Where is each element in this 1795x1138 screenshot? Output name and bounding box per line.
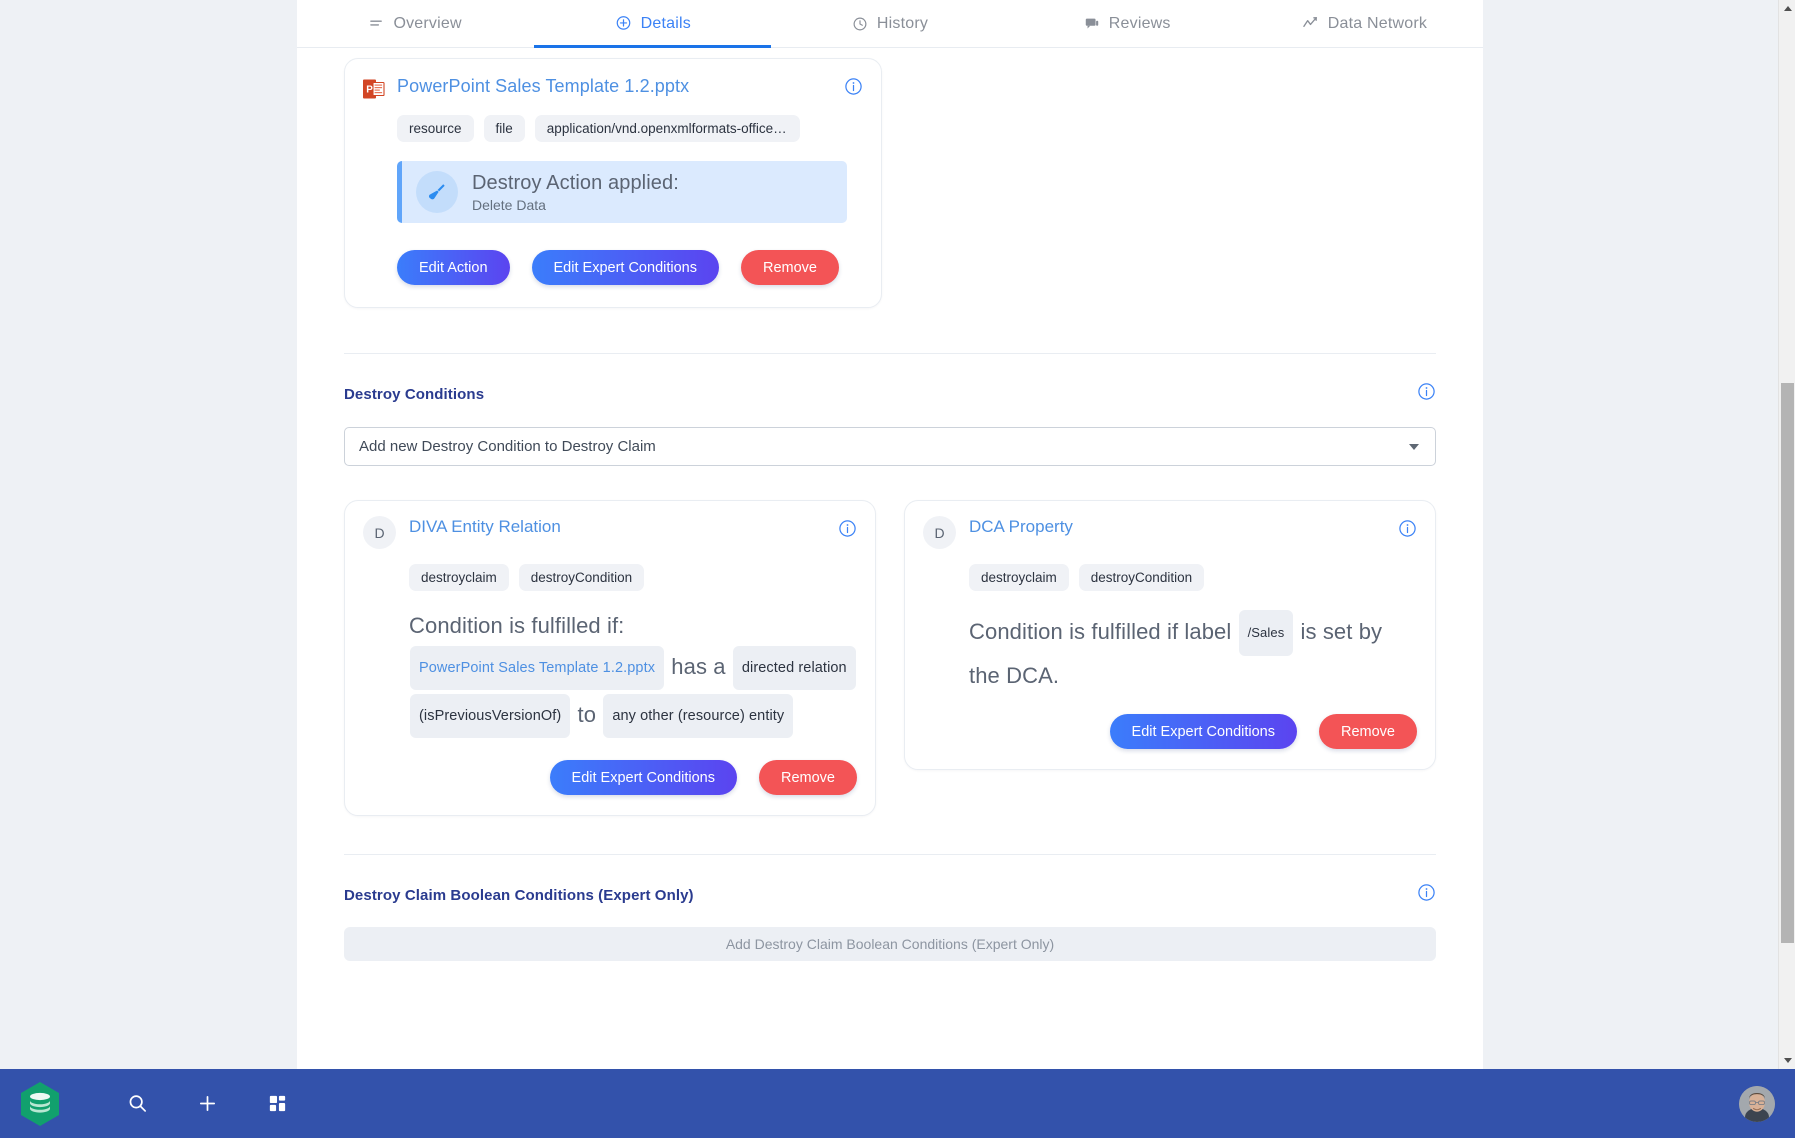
tab-bar: Overview Details History Reviews Data Ne… [297, 0, 1483, 48]
avatar: D [363, 516, 396, 549]
bottom-nav-bar [0, 1069, 1795, 1138]
dca-card-info-icon[interactable] [1398, 519, 1417, 543]
remove-button[interactable]: Remove [759, 760, 857, 795]
search-icon[interactable] [102, 1069, 172, 1138]
edit-action-button[interactable]: Edit Action [397, 250, 510, 285]
edit-expert-conditions-button[interactable]: Edit Expert Conditions [531, 250, 719, 285]
tab-history-label: History [876, 14, 929, 32]
condition-text: to [577, 701, 597, 727]
destroy-action-banner: Destroy Action applied: Delete Data [397, 161, 847, 223]
condition-token-resource[interactable]: PowerPoint Sales Template 1.2.pptx [410, 646, 665, 690]
right-gutter [1483, 0, 1795, 1069]
diva-card-title[interactable]: DIVA Entity Relation [409, 517, 561, 537]
diva-body-lead: Condition is fulfilled if: [409, 613, 625, 638]
condition-cards-grid: D DIVA Entity Relation destroyclaim dest… [344, 500, 1436, 816]
chevron-down-icon [1409, 443, 1419, 450]
tab-reviews[interactable]: Reviews [1009, 0, 1246, 48]
destroy-conditions-info-icon[interactable] [1417, 382, 1436, 406]
banner-text: Destroy Action applied: Delete Data [472, 171, 679, 213]
edit-expert-conditions-button[interactable]: Edit Expert Conditions [549, 760, 737, 795]
user-avatar[interactable] [1739, 1085, 1775, 1122]
scroll-up-arrow[interactable] [1779, 0, 1795, 17]
list-icon [369, 16, 384, 31]
diva-card-pill-row: destroyclaim destroyCondition [409, 564, 857, 591]
dca-card-title[interactable]: DCA Property [969, 517, 1073, 537]
add-boolean-conditions-button[interactable]: Add Destroy Claim Boolean Conditions (Ex… [344, 927, 1436, 961]
dca-card-button-row: Edit Expert Conditions Remove [923, 694, 1417, 749]
divider-bottom [344, 854, 1436, 855]
diva-card-body: Condition is fulfilled if: PowerPoint Sa… [409, 608, 857, 740]
banner-subtext: Delete Data [472, 197, 546, 213]
scrollbar-thumb[interactable] [1781, 383, 1794, 943]
resource-info-icon[interactable] [844, 77, 863, 101]
bottom-nav-icons [102, 1069, 312, 1138]
resource-header: P PowerPoint Sales Template 1.2.pptx [363, 75, 863, 101]
resource-pill: file [483, 115, 525, 142]
svg-text:P: P [366, 85, 373, 96]
app-root: Overview Details History Reviews Data Ne… [0, 0, 1795, 1138]
scroll-down-arrow[interactable] [1779, 1052, 1795, 1069]
tab-data-network[interactable]: Data Network [1246, 0, 1483, 48]
details-content: P PowerPoint Sales Template 1.2.pptx res… [297, 48, 1483, 1069]
condition-text: has a [671, 653, 726, 679]
condition-token-relation-type: (isPreviousVersionOf) [410, 694, 571, 738]
trend-line-icon [1302, 15, 1319, 32]
resource-pill: resource [397, 115, 474, 142]
grid-icon[interactable] [242, 1069, 312, 1138]
divider-top [344, 353, 1436, 354]
broom-icon [416, 171, 458, 213]
powerpoint-icon: P [363, 77, 385, 101]
chevron-down-icon [1783, 1058, 1792, 1063]
diva-card-info-icon[interactable] [838, 519, 857, 543]
tab-details-label: Details [640, 14, 691, 32]
plus-icon[interactable] [172, 1069, 242, 1138]
layers-hexagon-logo[interactable] [14, 1078, 66, 1130]
diva-card-header: D DIVA Entity Relation [363, 516, 857, 549]
resource-button-row: Edit Action Edit Expert Conditions Remov… [397, 250, 863, 285]
tab-details[interactable]: Details [534, 0, 772, 48]
tag-pill: destroyclaim [969, 564, 1069, 591]
resource-pill: application/vnd.openxmlformats-officedoc… [534, 115, 800, 142]
condition-text: Condition is fulfilled if label [969, 618, 1232, 644]
edit-expert-conditions-button[interactable]: Edit Expert Conditions [1109, 714, 1297, 749]
condition-token-target: any other (resource) entity [603, 694, 794, 738]
diva-card-button-row: Edit Expert Conditions Remove [363, 740, 857, 795]
page-scrollbar[interactable] [1778, 0, 1795, 1069]
tag-pill: destroyCondition [518, 564, 645, 591]
tag-pill: destroyclaim [409, 564, 509, 591]
destroy-conditions-header: Destroy Conditions [344, 382, 1436, 406]
dca-card-pill-row: destroyclaim destroyCondition [969, 564, 1417, 591]
condition-card-diva-entity-relation: D DIVA Entity Relation destroyclaim dest… [344, 500, 876, 816]
tab-reviews-label: Reviews [1108, 14, 1171, 32]
resource-title[interactable]: PowerPoint Sales Template 1.2.pptx [397, 75, 689, 97]
boolean-conditions-header: Destroy Claim Boolean Conditions (Expert… [344, 883, 1436, 907]
avatar: D [923, 516, 956, 549]
boolean-conditions-info-icon[interactable] [1417, 883, 1436, 907]
dca-card-body: Condition is fulfilled if label /Sales i… [969, 608, 1417, 694]
clock-icon [852, 16, 868, 32]
condition-token-relation: directed relation [732, 646, 856, 690]
banner-heading: Destroy Action applied: [472, 172, 679, 194]
remove-button[interactable]: Remove [1319, 714, 1417, 749]
condition-card-dca-property: D DCA Property destroyclaim destroyCondi… [904, 500, 1436, 770]
comment-icon [1084, 16, 1100, 32]
tab-data-network-label: Data Network [1327, 14, 1428, 32]
add-destroy-condition-value: Add new Destroy Condition to Destroy Cla… [359, 438, 656, 455]
tab-overview-label: Overview [393, 14, 462, 32]
dca-card-header: D DCA Property [923, 516, 1417, 549]
resource-pill-row: resource file application/vnd.openxmlfor… [397, 115, 863, 142]
left-gutter [0, 0, 297, 1069]
remove-button[interactable]: Remove [740, 250, 839, 285]
tab-overview[interactable]: Overview [297, 0, 534, 48]
plus-circle-icon [615, 15, 632, 32]
add-destroy-condition-select[interactable]: Add new Destroy Condition to Destroy Cla… [344, 427, 1436, 466]
resource-card: P PowerPoint Sales Template 1.2.pptx res… [344, 58, 882, 308]
chevron-up-icon [1783, 6, 1792, 11]
condition-token-label: /Sales [1238, 610, 1294, 656]
tab-history[interactable]: History [771, 0, 1008, 48]
boolean-conditions-title: Destroy Claim Boolean Conditions (Expert… [344, 886, 694, 904]
destroy-conditions-title: Destroy Conditions [344, 385, 485, 403]
tag-pill: destroyCondition [1078, 564, 1205, 591]
